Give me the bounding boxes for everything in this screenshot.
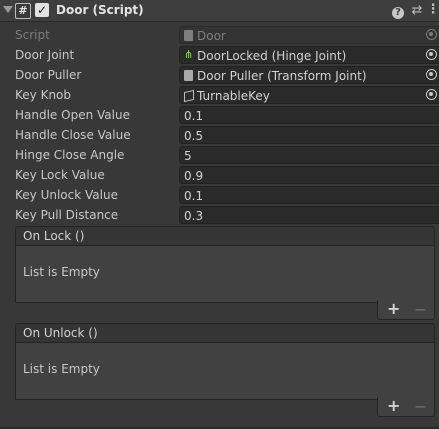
field-label: Key Knob [15,88,72,102]
field-value: Door [197,29,226,43]
field-row-key-unlock-value: Key Unlock Value 0.1 [0,185,439,205]
field-value: 5 [184,149,192,163]
script-icon: # [15,3,31,19]
door-puller-object-field[interactable]: Door Puller (Transform Joint) [179,66,439,84]
script-object-field: Door [179,26,439,44]
field-value: 0.9 [184,169,204,183]
field-row-door-joint: Door Joint ⋔ DoorLocked (Hinge Joint) [0,45,439,65]
add-item-button[interactable]: + [387,396,400,415]
field-row-handle-open-value: Handle Open Value 0.1 [0,105,439,125]
object-picker-icon[interactable] [426,89,437,100]
context-menu-icon[interactable]: ⋮ [425,3,439,19]
field-value: 0.1 [184,189,204,203]
door-joint-object-field[interactable]: ⋔ DoorLocked (Hinge Joint) [179,46,439,64]
key-lock-value-input[interactable]: 0.9 [179,166,439,184]
field-value: TurnableKey [197,89,270,103]
field-label[interactable]: Handle Open Value [15,108,130,122]
field-label: Door Puller [15,68,82,82]
on-unlock-event-header: On Unlock () [15,323,435,343]
field-label[interactable]: Key Pull Distance [15,208,118,222]
field-row-key-pull-distance: Key Pull Distance 0.3 [0,205,439,225]
event-title: On Lock () [23,229,85,243]
field-value: Door Puller (Transform Joint) [197,69,367,83]
field-row-key-knob: Key Knob TurnableKey [0,85,439,105]
field-label[interactable]: Key Unlock Value [15,188,118,202]
presets-icon[interactable]: ⇄ [409,3,425,19]
field-row-key-lock-value: Key Lock Value 0.9 [0,165,439,185]
script-asset-icon [184,30,193,41]
field-label[interactable]: Key Lock Value [15,168,105,182]
component-header: # ✓ Door (Script) ? ⇄ ⋮ [0,0,439,22]
remove-item-button[interactable]: − [414,397,427,416]
hinge-close-angle-input[interactable]: 5 [179,146,439,164]
list-empty-text: List is Empty [23,265,100,279]
field-row-handle-close-value: Handle Close Value 0.5 [0,125,439,145]
object-picker-icon [426,29,437,40]
enable-checkbox[interactable]: ✓ [35,3,49,17]
script-asset-icon [184,70,193,81]
key-knob-object-field[interactable]: TurnableKey [179,86,439,104]
gameobject-cube-icon [184,89,194,103]
object-picker-icon[interactable] [426,49,437,60]
foldout-arrow-icon[interactable] [3,6,13,13]
key-pull-distance-input[interactable]: 0.3 [179,206,439,224]
component-title: Door (Script) [56,3,144,17]
field-row-hinge-close-angle: Hinge Close Angle 5 [0,145,439,165]
add-item-button[interactable]: + [387,299,400,318]
on-lock-list-footer: + − [377,299,435,320]
field-value: 0.1 [184,109,204,123]
on-lock-event-list: List is Empty [15,246,435,303]
list-empty-text: List is Empty [23,362,100,376]
remove-item-button[interactable]: − [414,300,427,319]
field-label[interactable]: Handle Close Value [15,128,131,142]
event-title: On Unlock () [23,326,98,340]
handle-close-value-input[interactable]: 0.5 [179,126,439,144]
field-label: Script [15,28,50,42]
field-label: Door Joint [15,48,75,62]
field-value: 0.3 [184,209,204,223]
handle-open-value-input[interactable]: 0.1 [179,106,439,124]
field-label[interactable]: Hinge Close Angle [15,148,124,162]
key-unlock-value-input[interactable]: 0.1 [179,186,439,204]
hinge-joint-icon: ⋔ [184,48,194,61]
field-value: 0.5 [184,129,204,143]
field-row-script: Script Door [0,25,439,45]
field-value: DoorLocked (Hinge Joint) [197,49,347,63]
on-unlock-event-list: List is Empty [15,343,435,400]
on-unlock-list-footer: + − [377,396,435,417]
object-picker-icon[interactable] [426,69,437,80]
help-icon: ? [392,7,404,19]
help-button[interactable]: ? [390,3,406,19]
on-lock-event-header: On Lock () [15,226,435,246]
field-row-door-puller: Door Puller Door Puller (Transform Joint… [0,65,439,85]
